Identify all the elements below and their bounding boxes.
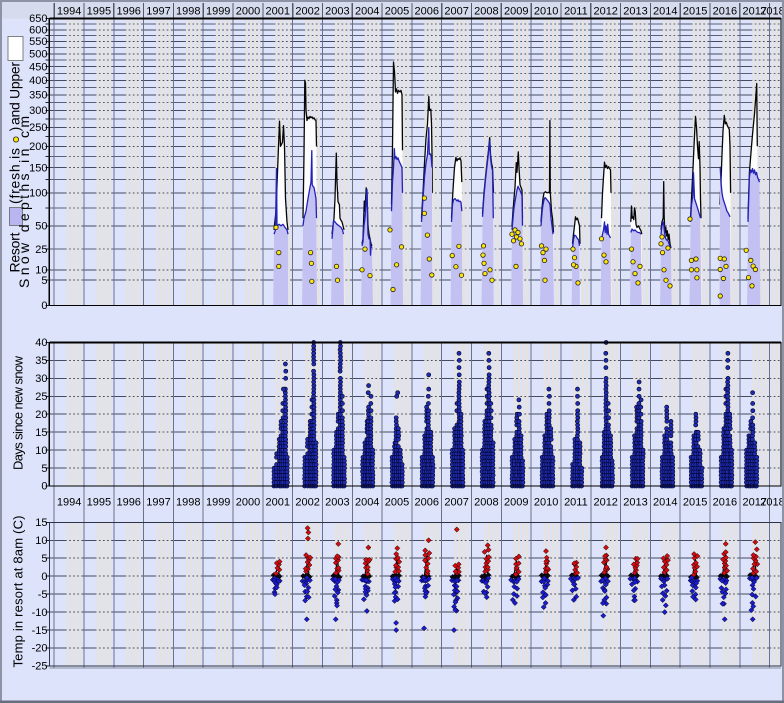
svg-text:2005: 2005 [385,497,409,509]
svg-text:-5: -5 [38,589,48,601]
svg-text:50: 50 [35,221,47,233]
svg-text:2016: 2016 [713,6,737,18]
svg-text:1994: 1994 [57,6,81,18]
svg-text:2015: 2015 [683,497,707,509]
svg-text:2001: 2001 [266,497,290,509]
svg-text:1996: 1996 [116,6,140,18]
svg-text:-20: -20 [32,643,48,655]
svg-text:650: 650 [29,13,47,25]
svg-text:2005: 2005 [385,6,409,18]
svg-text:600: 600 [29,25,47,37]
svg-text:2002: 2002 [295,6,319,18]
svg-text:1995: 1995 [87,497,111,509]
svg-text:400: 400 [29,75,47,87]
svg-text:2014: 2014 [653,497,677,509]
svg-text:1996: 1996 [116,497,140,509]
svg-text:2009: 2009 [504,497,528,509]
svg-text:25: 25 [35,391,47,403]
svg-text:2016: 2016 [713,497,737,509]
svg-text:550: 550 [29,36,47,48]
svg-text:2014: 2014 [653,6,677,18]
svg-text:2003: 2003 [325,6,349,18]
svg-text:2006: 2006 [415,6,439,18]
svg-text:10: 10 [35,535,47,547]
svg-text:5: 5 [41,553,47,565]
svg-text:2015: 2015 [683,6,707,18]
svg-text:2007: 2007 [444,497,468,509]
svg-text:15: 15 [35,427,47,439]
svg-text:10: 10 [35,445,47,457]
svg-text:40: 40 [35,337,47,349]
svg-text:-25: -25 [32,661,48,673]
svg-text:25: 25 [35,244,47,256]
svg-text:2003: 2003 [325,497,349,509]
svg-text:2009: 2009 [504,6,528,18]
svg-text:2010: 2010 [534,6,558,18]
svg-text:0: 0 [41,481,47,493]
svg-text:1995: 1995 [87,6,111,18]
svg-text:2012: 2012 [593,6,617,18]
svg-text:2004: 2004 [355,6,379,18]
svg-text:5: 5 [41,275,47,287]
svg-text:450: 450 [29,61,47,73]
svg-text:2007: 2007 [444,6,468,18]
svg-text:300: 300 [29,105,47,117]
svg-text:2008: 2008 [474,497,498,509]
svg-text:2006: 2006 [415,497,439,509]
svg-text:-15: -15 [32,625,48,637]
svg-text:1997: 1997 [146,6,170,18]
svg-text:2000: 2000 [236,497,260,509]
svg-text:and Upper: and Upper [7,62,23,125]
svg-text:20: 20 [35,409,47,421]
svg-text:30: 30 [35,373,47,385]
svg-text:1999: 1999 [206,497,230,509]
svg-text:2013: 2013 [623,497,647,509]
svg-text:0: 0 [41,300,47,312]
svg-text:1994: 1994 [57,497,81,509]
svg-text:2012: 2012 [593,497,617,509]
svg-text:2011: 2011 [564,497,588,509]
svg-text:1997: 1997 [146,497,170,509]
svg-text:2008: 2008 [474,6,498,18]
svg-text:2010: 2010 [534,497,558,509]
svg-text:2018: 2018 [760,497,784,509]
svg-text:Days since new snow: Days since new snow [11,355,26,470]
svg-text:1998: 1998 [176,497,200,509]
svg-text:2000: 2000 [236,6,260,18]
svg-text:10: 10 [35,265,47,277]
svg-text:35: 35 [35,355,47,367]
svg-text:2004: 2004 [355,497,379,509]
svg-text:2011: 2011 [564,6,588,18]
svg-text:0: 0 [41,571,47,583]
svg-text:Temp in resort at 8am (C): Temp in resort at 8am (C) [11,516,26,668]
svg-text:350: 350 [29,90,47,102]
svg-text:2002: 2002 [295,497,319,509]
svg-text:500: 500 [29,49,47,61]
svg-text:-10: -10 [32,607,48,619]
svg-text:1999: 1999 [206,6,230,18]
svg-text:15: 15 [35,517,47,529]
svg-text:2001: 2001 [266,6,290,18]
svg-text:2018: 2018 [760,6,784,18]
svg-text:2013: 2013 [623,6,647,18]
svg-text:1998: 1998 [176,6,200,18]
svg-text:5: 5 [41,463,47,475]
